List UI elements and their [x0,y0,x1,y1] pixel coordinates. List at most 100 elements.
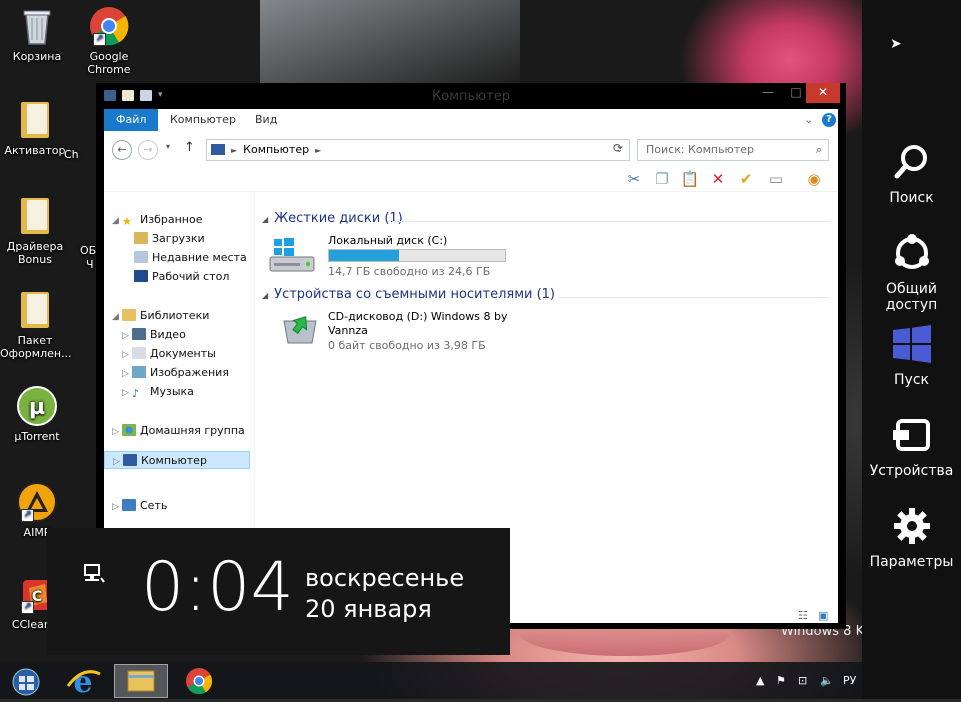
charm-devices[interactable]: Устройства [862,413,961,479]
address-toolbar: ← → ▾ ↑ ► Компьютер ► ⌄ ⟳ Поиск: Компьютер… [104,131,838,167]
nav-recent-places[interactable]: Недавние места [134,249,247,267]
control-panel-icon[interactable]: ◉ [804,170,824,188]
desktop-icon-chrome[interactable]: ↗ Google Chrome [74,6,144,76]
start-button[interactable] [2,664,56,698]
large-icons-view-icon[interactable]: ▣ [818,609,828,622]
nav-music[interactable]: ▷ ♪ Музыка [122,383,194,401]
checkmark-icon[interactable]: ✔ [736,170,756,188]
nav-downloads[interactable]: Загрузки [134,230,205,248]
expand-arrow-icon[interactable]: ▷ [112,423,122,441]
expand-arrow-icon[interactable]: ▷ [122,327,132,345]
charm-start[interactable]: Пуск [862,322,961,388]
drive-d-name-line1[interactable]: CD-дисковод (D:) Windows 8 by [328,310,507,323]
language-indicator[interactable]: РУ [843,674,856,687]
taskbar-file-explorer[interactable] [114,664,168,698]
expand-arrow-icon[interactable]: ▷ [122,365,132,383]
search-input[interactable]: Поиск: Компьютер ⌕ [637,139,829,161]
back-button[interactable]: ← [112,140,132,160]
nav-libraries[interactable]: ◢ Библиотеки [112,307,209,325]
forward-button[interactable]: → [138,140,158,160]
group-divider [558,297,830,298]
nav-videos[interactable]: ▷ Видео [122,326,186,344]
cut-icon[interactable]: ✂ [624,170,644,188]
drive-d-tile[interactable] [280,311,320,345]
charm-settings[interactable]: Параметры [862,504,961,570]
expand-arrow-icon[interactable]: ▷ [122,346,132,364]
desktop-icon-label: Активатор [4,144,66,157]
rename-icon[interactable]: ▭ [766,170,786,188]
desktop-icon-label: Корзина [12,50,62,63]
nav-desktop[interactable]: Рабочий стол [134,268,229,286]
volume-icon[interactable]: 🔈 [820,674,834,687]
desktop-icon-activator[interactable]: Активатор [0,100,70,157]
expand-arrow-icon[interactable]: ▷ [112,498,122,516]
address-bar[interactable]: ► Компьютер ► ⌄ [206,139,630,161]
collapse-arrow-icon[interactable]: ◢ [262,215,268,224]
nav-documents[interactable]: ▷ Документы [122,345,216,363]
paste-icon[interactable]: 📋 [680,170,700,188]
network-tray-icon[interactable]: ⊡ [798,674,807,687]
group-hard-drives[interactable]: ◢ Жесткие диски (1) [262,211,403,226]
drive-d-name-line2[interactable]: Vannza [328,324,368,337]
nav-computer[interactable]: ▷ Компьютер [104,451,250,469]
minimize-button[interactable]: — [754,83,782,103]
drive-c-name[interactable]: Локальный диск (C:) [328,234,447,247]
nav-pictures[interactable]: ▷ Изображения [122,364,229,382]
help-icon[interactable]: ? [822,113,836,127]
folder-icon [15,100,55,140]
tab-file[interactable]: Файл [104,109,159,131]
tab-computer[interactable]: Компьютер [158,109,248,131]
clock-time: 0:04 [141,548,294,627]
address-text: Компьютер [243,143,310,156]
desktop-icon-utorrent[interactable]: µ µTorrent [2,386,72,443]
desktop-icon-recycle-bin[interactable]: Корзина [2,6,72,63]
tab-view[interactable]: Вид [243,109,289,131]
nav-network[interactable]: ▷ Сеть [112,497,167,515]
windows-start-icon [890,322,934,366]
desktop-partial-label: Ch [64,148,79,161]
charms-bar: ➤ Поиск Общий доступ Пуск Устройства Пар… [862,0,961,699]
utorrent-icon: µ [17,386,57,426]
clock-date: 20 января [305,595,432,623]
details-view-icon[interactable]: ☷ [798,609,808,622]
ribbon-expand-icon[interactable]: ⌄ [804,113,813,126]
charm-share[interactable]: Общий доступ [862,231,961,313]
refresh-icon[interactable]: ⟳ [613,141,623,155]
windows-orb-icon [12,668,40,696]
recent-locations-icon[interactable]: ▾ [166,142,170,151]
taskbar-chrome[interactable] [172,664,226,698]
drive-c-free-space: 14,7 ГБ свободно из 24,6 ГБ [328,265,491,278]
delete-icon[interactable]: ✕ [708,170,728,188]
expand-arrow-icon[interactable]: ◢ [112,212,122,230]
show-hidden-icons[interactable]: ▲ [756,674,764,687]
search-icon[interactable]: ⌕ [816,140,822,160]
drive-c-tile[interactable] [268,235,318,275]
collapse-arrow-icon[interactable]: ◢ [262,291,268,300]
svg-text:µ: µ [29,395,45,420]
recycle-bin-icon [17,6,57,46]
charm-search[interactable]: Поиск [862,140,961,206]
taskbar-internet-explorer[interactable]: e [58,664,112,700]
drive-c-usage-bar [328,249,506,262]
search-placeholder: Поиск: Компьютер [646,143,754,156]
desktop-icon-label: Пакет Оформлен... [0,334,72,360]
nav-favorites[interactable]: ◢ ★ Избранное [112,211,202,229]
copy-icon[interactable]: ❐ [652,170,672,188]
title-bar[interactable]: ▾ Компьютер — □ ✕ [96,83,846,109]
close-button[interactable]: ✕ [806,83,840,103]
drive-c-usage-fill [329,250,400,261]
music-icon: ♪ [132,387,140,400]
nav-homegroup[interactable]: ▷ Домашняя группа [112,422,245,440]
desktop-icon-drivers[interactable]: Драйвера Bonus [0,196,70,266]
expand-arrow-icon[interactable]: ▷ [113,453,123,471]
network-status-icon [83,564,105,588]
up-arrow-icon[interactable]: ↑ [184,140,195,155]
action-center-flag-icon[interactable]: ⚑ [776,674,786,687]
group-removable[interactable]: ◢ Устройства со съемными носителями (1) [262,287,555,302]
aimp-icon: ↗ [17,482,57,522]
expand-arrow-icon[interactable]: ▷ [122,384,132,402]
expand-arrow-icon[interactable]: ◢ [112,308,122,326]
desktop-icon-package[interactable]: Пакет Оформлен... [0,290,72,360]
star-icon: ★ [122,215,132,228]
computer-icon [211,144,225,155]
